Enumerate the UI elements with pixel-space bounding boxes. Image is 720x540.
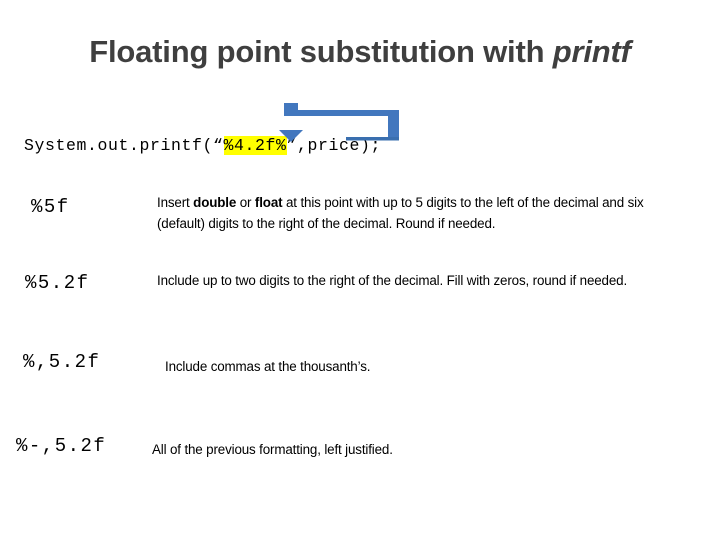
format-specifier: %5.2f xyxy=(25,272,90,294)
code-before-highlight: System.out.printf(“ xyxy=(24,136,224,155)
format-specifier: %5f xyxy=(31,196,70,218)
description-text: or xyxy=(236,195,255,210)
format-specifier: %,5.2f xyxy=(23,351,101,373)
description-emphasis-double: double xyxy=(193,195,237,210)
format-description: Include up to two digits to the right of… xyxy=(157,273,628,288)
format-specifier: %-,5.2f xyxy=(16,435,107,457)
page-title: Floating point substitution with printf xyxy=(0,34,720,70)
code-sample: System.out.printf(“%4.2f%”,price); xyxy=(24,136,381,155)
page-title-prefix: Floating point substitution with xyxy=(89,34,553,69)
description-text: Insert xyxy=(157,195,194,210)
code-after-highlight: ”,price); xyxy=(286,136,382,155)
description-emphasis-float: float xyxy=(254,195,283,210)
page-title-keyword: printf xyxy=(552,34,631,69)
code-highlighted-format-specifier: %4.2f% xyxy=(223,136,287,155)
format-description: Insert double or float at this point wit… xyxy=(157,192,677,234)
format-description: Include commas at the thousanth’s. xyxy=(165,359,371,374)
format-description: All of the previous formatting, left jus… xyxy=(152,442,393,457)
